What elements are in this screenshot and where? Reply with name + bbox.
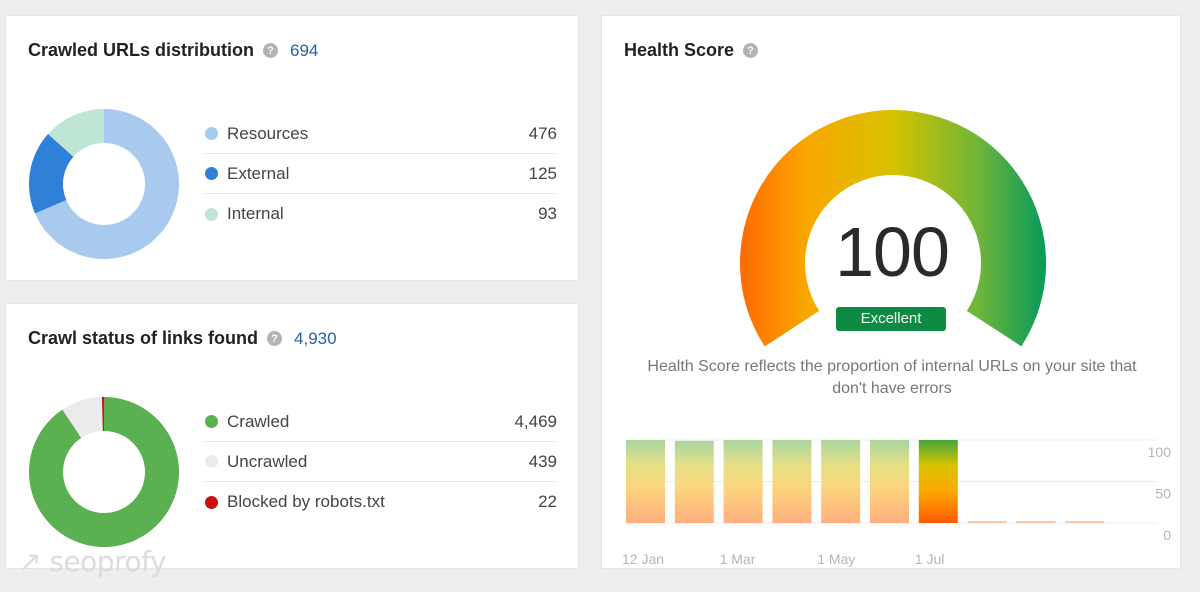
legend-dot-icon xyxy=(205,495,218,509)
crawled-urls-header: Crawled URLs distribution ? 694 xyxy=(28,40,318,61)
legend-row-blocked[interactable]: Blocked by robots.txt 22 xyxy=(203,482,557,522)
health-score-title: Health Score xyxy=(624,40,735,60)
history-bar-4[interactable] xyxy=(821,440,861,523)
history-bar-7[interactable] xyxy=(967,521,1007,523)
crawled-urls-title: Crawled URLs distribution xyxy=(28,40,255,60)
legend-row-crawled[interactable]: Crawled 4,469 xyxy=(203,402,557,442)
x-tick-label: 1 Mar xyxy=(720,551,756,567)
crawl-status-total[interactable]: 4,930 xyxy=(294,329,337,349)
history-bar-6[interactable] xyxy=(918,440,958,523)
legend-row-internal[interactable]: Internal 93 xyxy=(203,194,557,234)
health-rating-badge: Excellent xyxy=(836,307,946,331)
legend-dot-icon xyxy=(205,167,218,180)
crawled-urls-card: Crawled URLs distribution ? 694 Resource… xyxy=(5,15,579,281)
y-tick-label: 0 xyxy=(1163,527,1171,543)
help-icon[interactable]: ? xyxy=(267,331,283,346)
health-score-value: 100 xyxy=(835,213,950,291)
legend-dot-icon xyxy=(205,127,218,140)
legend-label: Internal xyxy=(227,204,284,223)
legend-value: 125 xyxy=(528,163,557,183)
history-bar-5[interactable] xyxy=(870,440,909,523)
y-tick-label: 50 xyxy=(1155,486,1171,502)
history-bar-8[interactable] xyxy=(1016,521,1056,523)
legend-value: 4,469 xyxy=(514,411,557,431)
legend-label: Resources xyxy=(227,123,309,143)
crawl-status-title: Crawl status of links found xyxy=(28,328,259,348)
legend-value: 22 xyxy=(538,492,557,511)
legend-label: External xyxy=(227,163,290,183)
legend-value: 476 xyxy=(528,123,557,143)
health-history-bar-chart: 12 Jan 1 Mar 1 May 1 Jul 0 50 100 xyxy=(622,439,1172,567)
legend-dot-icon xyxy=(205,415,218,428)
legend-label: Crawled xyxy=(227,411,290,431)
history-bar-2[interactable] xyxy=(723,440,763,523)
legend-row-uncrawled[interactable]: Uncrawled 439 xyxy=(203,442,557,482)
crawled-urls-total[interactable]: 694 xyxy=(290,41,318,61)
history-bar-9[interactable] xyxy=(1065,521,1105,523)
legend-value: 93 xyxy=(538,204,557,223)
x-tick-label: 1 May xyxy=(817,551,855,567)
x-tick-label: 1 Jul xyxy=(915,551,945,567)
crawl-status-header: Crawl status of links found ? 4,930 xyxy=(28,328,337,349)
legend-label: Blocked by robots.txt xyxy=(227,492,385,511)
help-icon[interactable]: ? xyxy=(743,43,759,58)
health-score-card: Health Score ? 100 Excellent Health Scor… xyxy=(601,15,1181,569)
legend-value: 439 xyxy=(528,451,557,471)
help-icon[interactable]: ? xyxy=(263,43,279,58)
health-score-description: Health Score reflects the proportion of … xyxy=(647,358,1137,397)
legend-dot-icon xyxy=(205,207,218,221)
legend-dot-icon xyxy=(205,455,218,468)
x-tick-label: 12 Jan xyxy=(622,551,664,567)
seoprofy-watermark: ↗ seoprofy xyxy=(18,545,167,578)
health-score-header: Health Score ? xyxy=(624,40,759,61)
legend-label: Uncrawled xyxy=(227,451,308,471)
crawl-status-card: Crawl status of links found ? 4,930 Craw… xyxy=(5,303,579,569)
history-bar-1[interactable] xyxy=(674,440,714,523)
y-tick-label: 100 xyxy=(1148,444,1172,460)
legend-row-external[interactable]: External 125 xyxy=(203,154,557,194)
legend-row-resources[interactable]: Resources 476 xyxy=(203,114,557,154)
crawled-urls-legend: Resources 476 External 125 Internal 93 xyxy=(203,114,557,234)
history-bar-0[interactable] xyxy=(626,440,665,523)
history-bar-3[interactable] xyxy=(772,440,812,523)
crawl-status-donut-chart xyxy=(28,397,179,547)
crawled-urls-donut-chart xyxy=(28,109,179,259)
crawl-status-legend: Crawled 4,469 Uncrawled 439 Blocked by r… xyxy=(203,402,557,522)
